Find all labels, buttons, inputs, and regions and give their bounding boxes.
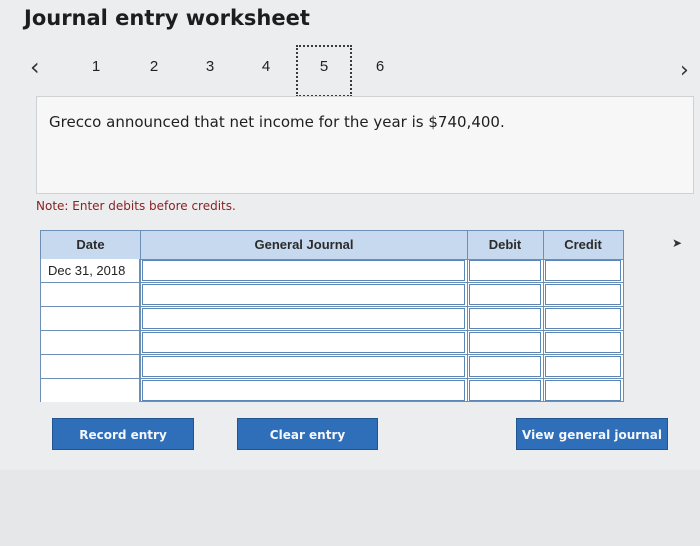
journal-row — [41, 307, 623, 331]
transaction-statement: Grecco announced that net income for the… — [49, 113, 505, 131]
general-journal-column-header: General Journal — [254, 237, 354, 252]
debit-input[interactable] — [469, 260, 541, 281]
mouse-cursor-icon: ➤ — [672, 236, 683, 250]
next-arrow-icon[interactable]: › — [680, 56, 689, 86]
step-2-tab[interactable]: 2 — [144, 58, 164, 75]
page-title: Journal entry worksheet — [24, 6, 310, 30]
debit-input[interactable] — [469, 308, 541, 329]
record-entry-button[interactable]: Record entry — [52, 418, 194, 450]
account-input[interactable] — [142, 332, 465, 353]
date-column-header: Date — [76, 237, 105, 252]
journal-table: Date General Journal Debit Credit Dec 31… — [40, 230, 624, 402]
date-cell[interactable] — [41, 283, 140, 306]
debit-input[interactable] — [469, 284, 541, 305]
account-input[interactable] — [142, 308, 465, 329]
transaction-panel: Grecco announced that net income for the… — [36, 96, 694, 194]
account-input[interactable] — [142, 260, 465, 281]
account-input[interactable] — [142, 380, 465, 401]
journal-row — [41, 331, 623, 355]
date-cell[interactable] — [41, 307, 140, 330]
debit-column-header: Debit — [488, 237, 522, 252]
view-general-journal-button[interactable]: View general journal — [516, 418, 668, 450]
journal-header-row: Date General Journal Debit Credit — [41, 231, 623, 260]
credit-input[interactable] — [545, 308, 621, 329]
debit-input[interactable] — [469, 356, 541, 377]
date-cell[interactable] — [41, 331, 140, 354]
journal-row — [41, 355, 623, 379]
worksheet-page: Journal entry worksheet ‹ 1 2 3 4 5 6 › … — [0, 0, 700, 546]
date-cell[interactable] — [41, 379, 140, 402]
clear-entry-button[interactable]: Clear entry — [237, 418, 378, 450]
step-1-tab[interactable]: 1 — [86, 58, 106, 75]
step-3-tab[interactable]: 3 — [200, 58, 220, 75]
credit-input[interactable] — [545, 356, 621, 377]
credit-input[interactable] — [545, 260, 621, 281]
credit-input[interactable] — [545, 284, 621, 305]
step-4-tab[interactable]: 4 — [256, 58, 276, 75]
debit-input[interactable] — [469, 380, 541, 401]
debit-input[interactable] — [469, 332, 541, 353]
step-5-tab[interactable]: 5 — [314, 58, 334, 75]
previous-arrow-icon[interactable]: ‹ — [30, 52, 40, 82]
date-cell: Dec 31, 2018 — [41, 259, 140, 282]
journal-row — [41, 283, 623, 307]
page-footer-area — [0, 470, 700, 546]
journal-row — [41, 379, 623, 403]
account-input[interactable] — [142, 356, 465, 377]
credit-input[interactable] — [545, 332, 621, 353]
credit-column-header: Credit — [564, 237, 602, 252]
account-input[interactable] — [142, 284, 465, 305]
credit-input[interactable] — [545, 380, 621, 401]
entry-note: Note: Enter debits before credits. — [36, 199, 236, 213]
journal-row: Dec 31, 2018 — [41, 259, 623, 283]
step-6-tab[interactable]: 6 — [370, 58, 390, 75]
date-cell[interactable] — [41, 355, 140, 378]
